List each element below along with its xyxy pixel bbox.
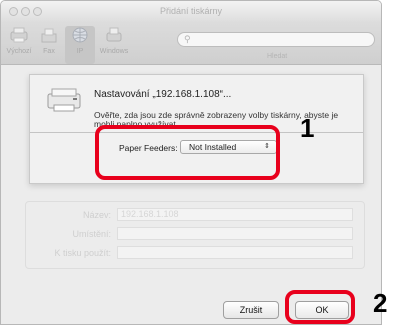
- page-margin: [382, 0, 396, 325]
- callout-step-1: 1: [300, 113, 315, 143]
- toolbar-item-label: Výchozí: [6, 48, 32, 55]
- toolbar-item-label: Fax: [43, 48, 55, 55]
- highlight-ok-button: [285, 290, 355, 324]
- cancel-button-label: Zrušit: [239, 305, 263, 315]
- toolbar-item-default[interactable]: Výchozí: [5, 26, 33, 55]
- sheet-title: Nastavování „192.168.1.108“...: [94, 89, 232, 100]
- toolbar-item-label: IP: [76, 48, 84, 55]
- fax-icon: [38, 26, 60, 44]
- location-label: Umístění:: [72, 229, 111, 239]
- use-label: K tisku použít:: [54, 248, 111, 258]
- name-label: Název:: [82, 210, 111, 220]
- name-field[interactable]: 192.168.1.108: [117, 208, 353, 221]
- toolbar-item-ip[interactable]: IP: [65, 26, 95, 64]
- driver-select[interactable]: [117, 246, 353, 259]
- window-title: Přidání tiskárny: [159, 6, 223, 16]
- search-icon: ⚲: [184, 34, 191, 44]
- toolbar-item-windows[interactable]: Windows: [97, 26, 131, 55]
- highlight-paper-feeders: [95, 125, 280, 180]
- toolbar-item-fax[interactable]: Fax: [35, 26, 63, 55]
- cancel-button[interactable]: Zrušit: [223, 301, 279, 319]
- callout-step-2: 2: [373, 288, 388, 318]
- titlebar: Přidání tiskárny: [1, 1, 381, 23]
- printer-icon: [46, 86, 82, 114]
- location-field[interactable]: [117, 227, 353, 240]
- search-label: Hledat: [267, 53, 288, 60]
- globe-icon: [69, 26, 91, 44]
- search-input[interactable]: ⚲: [177, 32, 375, 47]
- toolbar-item-label: Windows: [99, 48, 129, 55]
- default-printer-icon: [8, 26, 30, 44]
- windows-printer-icon: [103, 26, 125, 44]
- name-value: 192.168.1.108: [121, 209, 179, 219]
